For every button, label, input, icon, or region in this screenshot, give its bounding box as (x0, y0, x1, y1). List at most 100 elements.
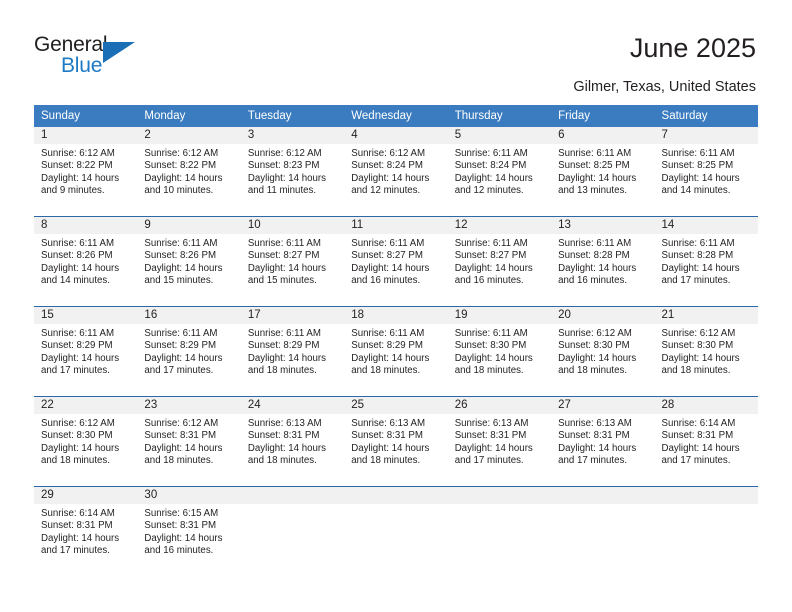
calendar-day-cell[interactable]: 22 Sunrise: 6:12 AM Sunset: 8:30 PM Dayligh… (34, 396, 138, 487)
calendar-day-cell[interactable]: 27 Sunrise: 6:13 AM Sunset: 8:31 PM Dayligh… (551, 396, 655, 487)
day-sun-details: Sunrise: 6:11 AM Sunset: 8:25 PM Daylight:… (551, 144, 654, 198)
calendar-day-cell[interactable]: 28 Sunrise: 6:14 AM Sunset: 8:31 PM Dayligh… (654, 396, 758, 487)
calendar-day-cell[interactable]: 5 Sunrise: 6:11 AM Sunset: 8:24 PM Daylight… (447, 127, 552, 217)
sunset-time: Sunset: 8:27 PM (247, 250, 320, 262)
calendar-day-cell[interactable]: 19 Sunrise: 6:11 AM Sunset: 8:30 PM Dayligh… (447, 306, 552, 397)
logo-triangle-icon (103, 42, 135, 63)
calendar-day-cell[interactable]: 26 Sunrise: 6:13 AM Sunset: 8:31 PM Dayligh… (447, 396, 552, 487)
calendar-day-cell[interactable]: 10 Sunrise: 6:11 AM Sunset: 8:27 PM Dayligh… (240, 216, 345, 307)
day-cell-content: 7 Sunrise: 6:11 AM Sunset: 8:25 PM Daylight… (654, 127, 758, 216)
weekday-header-tuesday: Tuesday (240, 105, 345, 127)
calendar-day-cell[interactable]: 30 Sunrise: 6:15 AM Sunset: 8:31 PM Dayligh… (137, 486, 241, 576)
page-title: June 2025 (629, 33, 756, 63)
daylight-duration-line1: Daylight: 14 hours (144, 172, 223, 184)
day-sun-details: Sunrise: 6:11 AM Sunset: 8:29 PM Daylight:… (344, 324, 447, 378)
daylight-duration-line1: Daylight: 14 hours (41, 442, 120, 454)
daylight-duration-line2: and 15 minutes. (247, 275, 317, 287)
daylight-duration-line1: Daylight: 14 hours (661, 442, 740, 454)
day-number: 8 (34, 217, 138, 234)
sunset-time: Sunset: 8:24 PM (454, 160, 527, 172)
calendar-empty-cell (240, 486, 345, 576)
calendar-day-cell[interactable]: 7 Sunrise: 6:11 AM Sunset: 8:25 PM Daylight… (654, 127, 758, 217)
calendar-day-cell[interactable]: 11 Sunrise: 6:11 AM Sunset: 8:27 PM Dayligh… (344, 216, 448, 307)
day-cell-content: 13 Sunrise: 6:11 AM Sunset: 8:28 PM Dayligh… (551, 217, 655, 306)
day-cell-content: 26 Sunrise: 6:13 AM Sunset: 8:31 PM Dayligh… (447, 397, 552, 486)
sunrise-time: Sunrise: 6:12 AM (41, 418, 115, 429)
daylight-duration-line1: Daylight: 14 hours (351, 262, 430, 274)
daylight-duration-line1: Daylight: 14 hours (454, 262, 533, 274)
sunset-time: Sunset: 8:28 PM (558, 250, 630, 262)
day-number: 25 (344, 397, 448, 414)
calendar-day-cell[interactable]: 23 Sunrise: 6:12 AM Sunset: 8:31 PM Dayligh… (137, 396, 241, 487)
day-number: 12 (447, 217, 552, 234)
sunset-time: Sunset: 8:31 PM (558, 430, 630, 442)
day-sun-details: Sunrise: 6:11 AM Sunset: 8:26 PM Daylight:… (34, 234, 137, 288)
sunrise-time: Sunrise: 6:11 AM (247, 328, 321, 339)
calendar-day-cell[interactable]: 9 Sunrise: 6:11 AM Sunset: 8:26 PM Daylight… (137, 216, 241, 307)
day-cell-content: 24 Sunrise: 6:13 AM Sunset: 8:31 PM Dayligh… (240, 397, 345, 486)
day-number: 29 (34, 487, 138, 504)
calendar-day-cell[interactable]: 24 Sunrise: 6:13 AM Sunset: 8:31 PM Dayligh… (240, 396, 345, 487)
day-cell-content: 29 Sunrise: 6:14 AM Sunset: 8:31 PM Dayligh… (34, 487, 138, 576)
calendar-day-cell[interactable]: 21 Sunrise: 6:12 AM Sunset: 8:30 PM Dayligh… (654, 306, 758, 397)
weekday-header-saturday: Saturday (654, 105, 758, 127)
daylight-duration-line2: and 15 minutes. (144, 275, 214, 287)
day-cell-content: 25 Sunrise: 6:13 AM Sunset: 8:31 PM Dayligh… (344, 397, 448, 486)
day-cell-content: 14 Sunrise: 6:11 AM Sunset: 8:28 PM Dayligh… (654, 217, 758, 306)
calendar-day-cell[interactable]: 1 Sunrise: 6:12 AM Sunset: 8:22 PM Daylight… (34, 127, 138, 217)
sunset-time: Sunset: 8:31 PM (351, 430, 423, 442)
daylight-duration-line1: Daylight: 14 hours (558, 172, 637, 184)
day-cell-content: 18 Sunrise: 6:11 AM Sunset: 8:29 PM Dayligh… (344, 307, 448, 396)
day-sun-details: Sunrise: 6:12 AM Sunset: 8:22 PM Daylight:… (137, 144, 240, 198)
calendar-day-cell[interactable]: 4 Sunrise: 6:12 AM Sunset: 8:24 PM Daylight… (344, 127, 448, 217)
daylight-duration-line2: and 10 minutes. (144, 185, 214, 197)
general-blue-logo[interactable]: General Blue (34, 33, 164, 85)
calendar-day-cell[interactable]: 8 Sunrise: 6:11 AM Sunset: 8:26 PM Daylight… (34, 216, 138, 307)
day-cell-content (240, 487, 345, 576)
sunrise-time: Sunrise: 6:11 AM (661, 238, 735, 249)
sunrise-time: Sunrise: 6:11 AM (351, 238, 425, 249)
calendar-day-cell[interactable]: 14 Sunrise: 6:11 AM Sunset: 8:28 PM Dayligh… (654, 216, 758, 307)
logo-text-blue: Blue (61, 54, 103, 77)
sunrise-sunset-calendar-table: Sunday Monday Tuesday Wednesday Thursday… (34, 105, 758, 576)
daylight-duration-line2: and 18 minutes. (351, 365, 421, 377)
calendar-empty-cell (654, 486, 758, 576)
day-sun-details: Sunrise: 6:12 AM Sunset: 8:22 PM Daylight:… (34, 144, 137, 198)
day-cell-content: 3 Sunrise: 6:12 AM Sunset: 8:23 PM Daylight… (240, 127, 345, 216)
day-number: 26 (447, 397, 552, 414)
daylight-duration-line1: Daylight: 14 hours (144, 442, 223, 454)
daylight-duration-line1: Daylight: 14 hours (41, 352, 120, 364)
sunset-time: Sunset: 8:31 PM (41, 520, 113, 532)
sunrise-time: Sunrise: 6:11 AM (144, 238, 218, 249)
calendar-day-cell[interactable]: 3 Sunrise: 6:12 AM Sunset: 8:23 PM Daylight… (240, 127, 345, 217)
day-cell-content: 20 Sunrise: 6:12 AM Sunset: 8:30 PM Dayligh… (551, 307, 655, 396)
calendar-day-cell[interactable]: 20 Sunrise: 6:12 AM Sunset: 8:30 PM Dayligh… (551, 306, 655, 397)
daylight-duration-line1: Daylight: 14 hours (41, 532, 120, 544)
day-sun-details (551, 504, 654, 508)
calendar-day-cell[interactable]: 2 Sunrise: 6:12 AM Sunset: 8:22 PM Daylight… (137, 127, 241, 217)
day-cell-content: 8 Sunrise: 6:11 AM Sunset: 8:26 PM Daylight… (34, 217, 138, 306)
sunrise-time: Sunrise: 6:11 AM (558, 238, 632, 249)
sunset-time: Sunset: 8:22 PM (41, 160, 113, 172)
calendar-day-cell[interactable]: 12 Sunrise: 6:11 AM Sunset: 8:27 PM Dayligh… (447, 216, 552, 307)
day-sun-details: Sunrise: 6:12 AM Sunset: 8:30 PM Daylight:… (655, 324, 758, 378)
calendar-week-row: 15 Sunrise: 6:11 AM Sunset: 8:29 PM Dayligh… (34, 306, 758, 397)
sunset-time: Sunset: 8:22 PM (144, 160, 217, 172)
sunrise-time: Sunrise: 6:12 AM (661, 328, 736, 339)
calendar-day-cell[interactable]: 29 Sunrise: 6:14 AM Sunset: 8:31 PM Dayligh… (34, 486, 138, 576)
sunset-time: Sunset: 8:29 PM (41, 340, 113, 352)
calendar-day-cell[interactable]: 15 Sunrise: 6:11 AM Sunset: 8:29 PM Dayligh… (34, 306, 138, 397)
calendar-day-cell[interactable]: 18 Sunrise: 6:11 AM Sunset: 8:29 PM Dayligh… (344, 306, 448, 397)
calendar-week-row: 29 Sunrise: 6:14 AM Sunset: 8:31 PM Dayligh… (34, 486, 758, 576)
calendar-day-cell[interactable]: 16 Sunrise: 6:11 AM Sunset: 8:29 PM Dayligh… (137, 306, 241, 397)
calendar-day-cell[interactable]: 17 Sunrise: 6:11 AM Sunset: 8:29 PM Dayligh… (240, 306, 345, 397)
calendar-day-cell[interactable]: 25 Sunrise: 6:13 AM Sunset: 8:31 PM Dayligh… (344, 396, 448, 487)
daylight-duration-line2: and 18 minutes. (247, 455, 317, 467)
day-sun-details: Sunrise: 6:11 AM Sunset: 8:28 PM Daylight:… (655, 234, 758, 288)
calendar-day-cell[interactable]: 6 Sunrise: 6:11 AM Sunset: 8:25 PM Daylight… (551, 127, 655, 217)
calendar-day-cell[interactable]: 13 Sunrise: 6:11 AM Sunset: 8:28 PM Dayligh… (551, 216, 655, 307)
sunset-time: Sunset: 8:31 PM (144, 430, 217, 442)
sunrise-time: Sunrise: 6:13 AM (454, 418, 529, 429)
calendar-header-row: Sunday Monday Tuesday Wednesday Thursday… (34, 105, 758, 127)
sunset-time: Sunset: 8:31 PM (661, 430, 734, 442)
